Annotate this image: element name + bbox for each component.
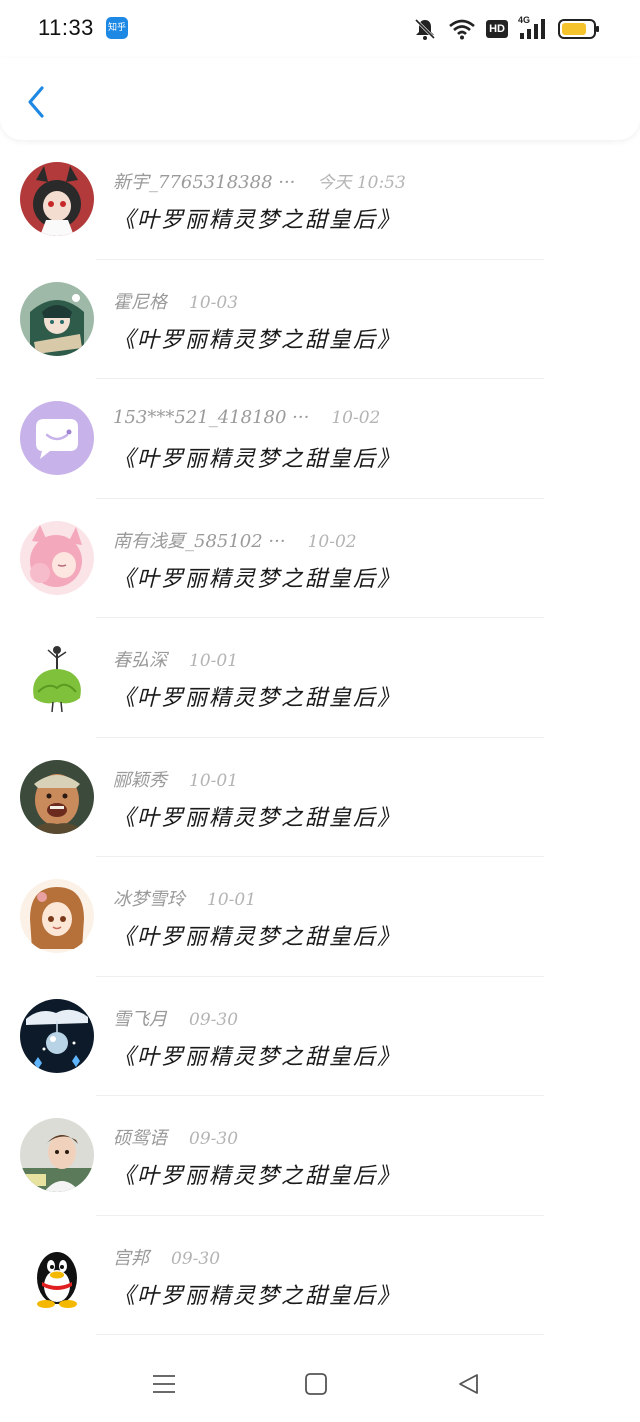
message-text: 《叶罗丽精灵梦之甜皇后》 [113,1283,402,1309]
user-name[interactable]: 冰梦雪玲 [113,885,185,911]
status-time: 11:33 [38,15,94,40]
comment-list: 新宇_7765318388 ··· 今天 10:53 《叶罗丽精灵梦之甜皇后》 … [0,140,640,1335]
user-name[interactable]: 宫邦 [113,1244,149,1270]
user-name[interactable]: 南有浅夏_585102 ··· [113,527,286,553]
avatar[interactable] [20,401,94,475]
status-icons: HD 4G [412,14,600,44]
chevron-left-icon [28,86,44,118]
list-item[interactable]: 新宇_7765318388 ··· 今天 10:53 《叶罗丽精灵梦之甜皇后》 [0,140,640,260]
signal-icon: 4G [518,15,548,41]
system-nav-bar [0,1342,640,1422]
message-time: 10-02 [331,408,381,428]
list-item[interactable]: 雪飞月 09-30 《叶罗丽精灵梦之甜皇后》 [0,977,640,1096]
avatar[interactable] [20,879,94,953]
home-button[interactable] [296,1366,336,1402]
message-text: 《叶罗丽精灵梦之甜皇后》 [113,1044,402,1070]
message-text: 《叶罗丽精灵梦之甜皇后》 [113,925,402,950]
system-back-button[interactable] [448,1366,488,1402]
comment-meta: 硕鸳语 09-30 [113,1124,238,1150]
message-time: 10-03 [189,292,239,313]
message-time: 今天 10:53 [317,173,406,193]
triangle-back-icon [459,1374,478,1394]
message-text: 《叶罗丽精灵梦之甜皇后》 [113,208,402,233]
user-name[interactable]: 153***521_418180 ··· [113,407,309,428]
message-text: 《叶罗丽精灵梦之甜皇后》 [113,566,402,592]
comment-meta: 153***521_418180 ··· 10-02 [113,407,380,433]
avatar[interactable] [20,1118,94,1192]
message-time: 10-01 [189,651,239,671]
message-time: 09-30 [189,1009,239,1030]
message-text: 《叶罗丽精灵梦之甜皇后》 [113,686,402,711]
list-item[interactable]: 宫邦 09-30 《叶罗丽精灵梦之甜皇后》 [0,1216,640,1335]
comment-meta: 春弘深 10-01 [113,646,238,672]
user-name[interactable]: 霍尼格 [113,288,167,314]
message-text: 《叶罗丽精灵梦之甜皇后》 [113,447,402,472]
comment-meta: 南有浅夏_585102 ··· 10-02 [113,527,357,553]
avatar[interactable] [20,1237,94,1312]
list-item[interactable]: 硕鸳语 09-30 《叶罗丽精灵梦之甜皇后》 [0,1096,640,1216]
comment-meta: 新宇_7765318388 ··· 今天 10:53 [113,168,406,194]
avatar[interactable] [20,162,94,236]
avatar[interactable] [20,281,94,356]
status-bar: 11:33 知乎 HD 4G [0,0,640,58]
comment-meta: 郦颖秀 10-01 [113,766,238,792]
header-bar [0,58,640,140]
menu-icon [153,1375,175,1393]
message-text: 《叶罗丽精灵梦之甜皇后》 [113,1164,402,1189]
user-name[interactable]: 郦颖秀 [113,766,167,792]
comment-meta: 宫邦 09-30 [113,1244,220,1270]
zhihu-app-badge: 知乎 [106,17,128,39]
user-name[interactable]: 硕鸳语 [113,1124,167,1150]
user-name[interactable]: 雪飞月 [113,1005,167,1031]
comment-meta: 冰梦雪玲 10-01 [113,885,256,911]
message-text: 《叶罗丽精灵梦之甜皇后》 [113,327,402,353]
wifi-icon [448,18,476,40]
user-name[interactable]: 春弘深 [113,646,167,672]
message-time: 10-01 [189,770,239,791]
list-item[interactable]: 153***521_418180 ··· 10-02 《叶罗丽精灵梦之甜皇后》 [0,379,640,499]
mute-icon [412,17,438,41]
battery-icon [558,18,600,40]
list-item[interactable]: 春弘深 10-01 《叶罗丽精灵梦之甜皇后》 [0,618,640,738]
divider [96,1334,544,1335]
message-time: 09-30 [171,1248,221,1269]
back-button[interactable] [18,82,54,122]
user-name[interactable]: 新宇_7765318388 ··· [113,168,295,194]
message-time: 10-02 [307,531,357,552]
message-time: 10-01 [207,890,257,910]
comment-meta: 霍尼格 10-03 [113,288,238,314]
avatar[interactable] [20,520,94,595]
message-text: 《叶罗丽精灵梦之甜皇后》 [113,805,402,831]
comment-meta: 雪飞月 09-30 [113,1005,238,1031]
square-home-icon [305,1373,327,1395]
hd-badge: HD [486,20,508,38]
list-item[interactable]: 南有浅夏_585102 ··· 10-02 《叶罗丽精灵梦之甜皇后》 [0,499,640,618]
menu-button[interactable] [144,1366,184,1402]
list-item[interactable]: 郦颖秀 10-01 《叶罗丽精灵梦之甜皇后》 [0,738,640,857]
avatar[interactable] [20,998,94,1073]
message-time: 09-30 [189,1129,239,1149]
avatar[interactable] [20,759,94,834]
avatar[interactable] [20,640,94,714]
list-item[interactable]: 冰梦雪玲 10-01 《叶罗丽精灵梦之甜皇后》 [0,857,640,977]
list-item[interactable]: 霍尼格 10-03 《叶罗丽精灵梦之甜皇后》 [0,260,640,379]
